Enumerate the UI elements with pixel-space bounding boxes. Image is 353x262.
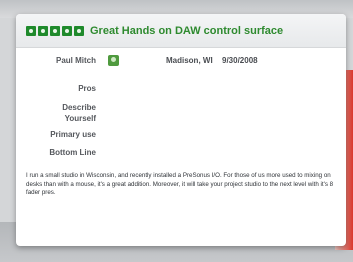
- describe-yourself-label: Describe Yourself: [62, 103, 96, 123]
- review-body: I run a small studio in Wisconsin, and r…: [26, 172, 334, 197]
- star-icon: [50, 25, 60, 36]
- review-footer-link[interactable]: [26, 206, 286, 214]
- star-icon: [26, 25, 36, 36]
- star-icon: [62, 25, 72, 36]
- review-location: Madison, WI: [166, 56, 213, 65]
- star-rating: [26, 25, 84, 36]
- bottom-line-label: Bottom Line: [49, 148, 96, 157]
- review-title: Great Hands on DAW control surface: [90, 24, 284, 37]
- user-icon: [108, 55, 119, 66]
- review-date: 9/30/2008: [222, 56, 258, 65]
- star-icon: [38, 25, 48, 36]
- star-icon: [74, 25, 84, 36]
- pros-label: Pros: [78, 84, 96, 93]
- review-header: Great Hands on DAW control surface: [16, 14, 346, 48]
- review-card: Great Hands on DAW control surface Paul …: [16, 14, 346, 246]
- review-author[interactable]: Paul Mitch: [56, 56, 96, 65]
- primary-use-label: Primary use: [50, 130, 96, 139]
- review-meta: Paul Mitch Madison, WI 9/30/2008: [16, 55, 346, 70]
